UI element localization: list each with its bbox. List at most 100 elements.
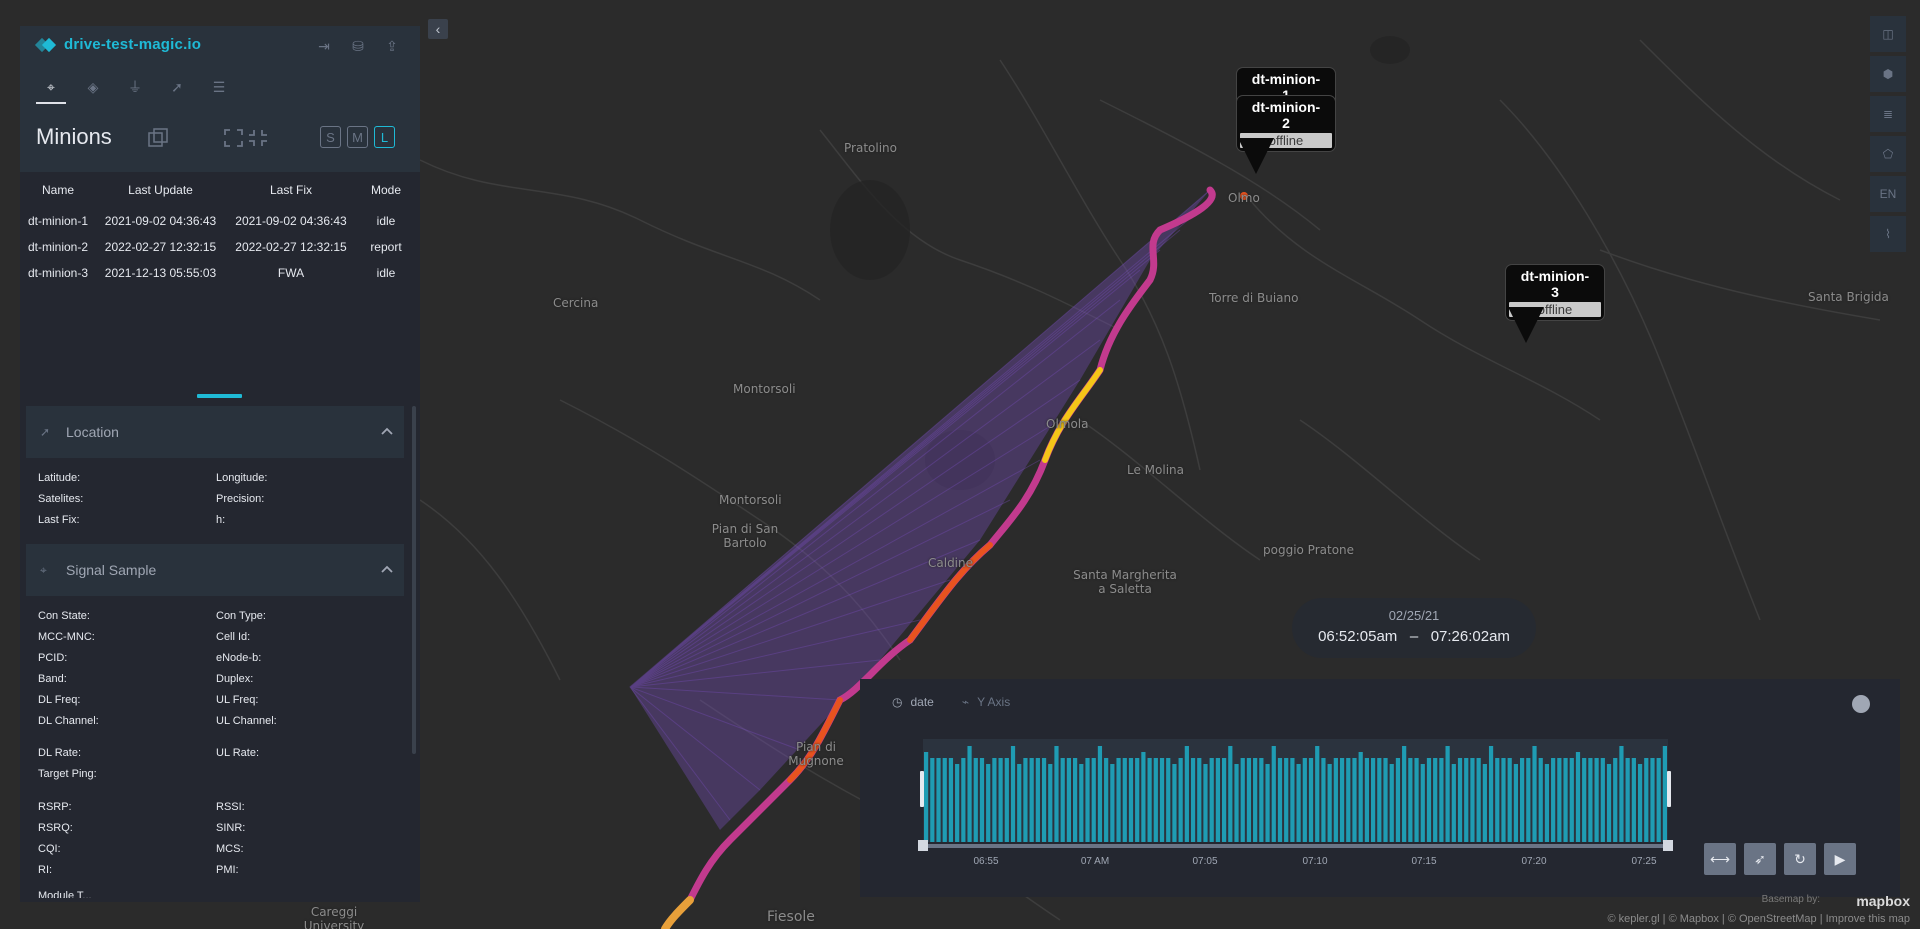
place-label: Olmola — [1046, 417, 1089, 431]
sign-in-icon[interactable]: ⇥ — [314, 36, 334, 56]
histogram-bar — [1414, 758, 1419, 842]
histogram-bar — [942, 758, 947, 842]
location-cursor-icon: ➚ — [40, 425, 51, 439]
field-label: Target Ping: — [38, 768, 97, 780]
histogram-bar — [1265, 764, 1270, 842]
table-resize-handle[interactable] — [197, 394, 242, 398]
cell-last-fix: FWA — [277, 266, 305, 280]
chevron-up-icon[interactable] — [380, 562, 394, 576]
draw-polygon-icon[interactable]: ⬠ — [1870, 136, 1906, 172]
x-axis-selector[interactable]: ◷ date — [892, 695, 934, 709]
place-label: Careggi University Hospital — [303, 905, 365, 929]
side-panel-scrollbar[interactable] — [412, 406, 416, 754]
histogram-bar — [1420, 764, 1425, 842]
histogram-bar — [1650, 758, 1655, 842]
field-label: UL Channel: — [216, 715, 277, 727]
histogram-bar — [1228, 746, 1233, 842]
field-label: Longitude: — [216, 472, 268, 484]
brush-handle-right[interactable] — [1667, 771, 1671, 807]
cell-mode: idle — [376, 214, 396, 228]
speed-icon[interactable]: ➶ — [1744, 843, 1776, 875]
histogram-bar — [1153, 758, 1158, 842]
marker-name: dt-minion-2 — [1251, 99, 1321, 131]
tab-layers[interactable]: ◈ — [78, 72, 108, 104]
timeline-slider-track[interactable] — [923, 844, 1668, 848]
tab-settings[interactable]: ☰ — [204, 72, 234, 104]
table-row[interactable]: dt-minion-3 2021-12-13 05:55:03 FWA idle — [20, 260, 420, 286]
tab-filters[interactable]: ⏚ — [120, 72, 150, 104]
histogram-bar — [1308, 758, 1314, 842]
histogram-bar — [924, 752, 929, 842]
histogram-bar — [1358, 752, 1363, 842]
histogram-bar — [1159, 758, 1165, 842]
cell-mode: report — [370, 240, 402, 254]
timeline-settings-icon[interactable] — [1852, 695, 1870, 713]
database-icon[interactable]: ⛁ — [348, 36, 368, 56]
histogram-bar — [1482, 764, 1487, 842]
column-header[interactable]: Name — [20, 183, 96, 197]
histogram-bar — [1010, 746, 1016, 842]
histogram-bar — [1402, 746, 1407, 842]
place-label: Pian di San Bartolo — [711, 522, 779, 550]
cursor-icon: ➚ — [171, 78, 183, 95]
export-icon[interactable]: ⇪ — [382, 36, 402, 56]
y-axis-selector[interactable]: ⌁ Y Axis — [962, 695, 1010, 709]
field-label: CQI: — [38, 843, 61, 855]
size-s-button[interactable]: S — [320, 126, 341, 148]
tab-interactions[interactable]: ➚ — [162, 72, 192, 104]
table-row[interactable]: dt-minion-1 2021-09-02 04:36:43 2021-09-… — [20, 208, 420, 234]
histogram-bar — [1004, 758, 1009, 842]
time-range-display: 02/25/21 06:52:05am – 07:26:02am — [1292, 598, 1536, 658]
field-label: RSSI: — [216, 801, 245, 813]
slider-thumb-end[interactable] — [1663, 840, 1673, 851]
place-label: poggio Pratone — [1263, 543, 1355, 557]
field-label: Duplex: — [216, 673, 254, 685]
play-icon[interactable]: ▶ — [1824, 843, 1856, 875]
chevron-up-icon[interactable] — [380, 424, 394, 438]
tab-minions[interactable]: ⌖ — [36, 72, 66, 104]
histogram-bar — [1122, 758, 1127, 842]
histogram-bar — [1259, 758, 1264, 842]
histogram-bar — [1408, 758, 1413, 842]
slider-thumb-start[interactable] — [918, 840, 928, 851]
signal-panel-header[interactable]: ⌖ Signal Sample — [26, 544, 404, 596]
locale-button[interactable]: EN — [1870, 176, 1906, 212]
timeline-tick-label: 07:25 — [1631, 856, 1656, 867]
logo-icon — [36, 37, 56, 53]
histogram-bar — [1178, 758, 1183, 842]
size-l-button[interactable]: L — [374, 126, 395, 148]
split-map-icon[interactable]: ◫ — [1870, 16, 1906, 52]
layers-icon: ◈ — [87, 78, 99, 95]
histogram-bar — [1346, 758, 1351, 842]
legend-icon[interactable]: ≣ — [1870, 96, 1906, 132]
column-header[interactable]: Last Update — [96, 183, 225, 197]
side-panel: drive-test-magic.io ⇥ ⛁ ⇪ ⌖ ◈ ⏚ ➚ ☰ Mini… — [20, 26, 420, 902]
brush-handle-left[interactable] — [920, 771, 924, 807]
brand[interactable]: drive-test-magic.io — [36, 36, 201, 53]
place-label: Fiesole — [767, 909, 815, 925]
column-header[interactable]: Mode — [357, 183, 415, 197]
chart-icon[interactable]: ⌇ — [1870, 216, 1906, 252]
histogram-bar — [1538, 758, 1543, 842]
mapbox-logo[interactable]: mapbox — [1856, 893, 1910, 909]
page-title: Minions — [36, 124, 112, 149]
histogram-bar — [998, 758, 1003, 842]
column-header[interactable]: Last Fix — [225, 183, 357, 197]
table-header: Name Last Update Last Fix Mode — [20, 172, 420, 208]
copy-icon[interactable] — [148, 128, 170, 148]
collapse-sidebar-button[interactable]: ‹ — [428, 19, 448, 39]
map-attribution[interactable]: © kepler.gl | © Mapbox | © OpenStreetMap… — [1607, 913, 1910, 925]
window-icon[interactable]: ⟷ — [1704, 843, 1736, 875]
loop-icon[interactable]: ↻ — [1784, 843, 1816, 875]
histogram-bar — [1333, 758, 1338, 842]
cell-mode: idle — [376, 266, 396, 280]
histogram-bar — [1451, 764, 1456, 842]
location-panel-header[interactable]: ➚ Location — [26, 406, 404, 458]
fit-bounds-icon[interactable] — [223, 128, 269, 148]
time-end: 07:26:02am — [1430, 628, 1510, 645]
table-row[interactable]: dt-minion-2 2022-02-27 12:32:15 2022-02-… — [20, 234, 420, 260]
size-m-button[interactable]: M — [347, 126, 368, 148]
x-axis-label: date — [910, 695, 934, 709]
histogram-bar — [1203, 764, 1208, 842]
3d-cube-icon[interactable]: ⬢ — [1870, 56, 1906, 92]
